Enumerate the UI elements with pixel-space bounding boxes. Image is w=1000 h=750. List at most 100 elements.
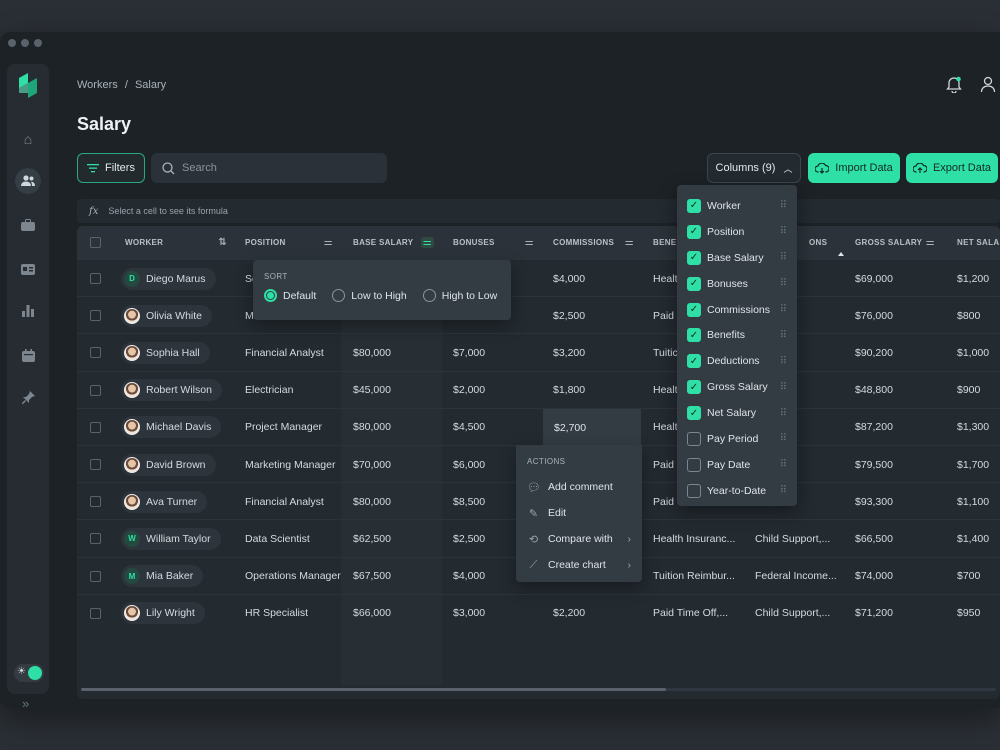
notification-bell-icon[interactable]: [946, 76, 962, 93]
row-checkbox-cell[interactable]: [90, 595, 101, 632]
row-checkbox-cell[interactable]: [90, 446, 101, 483]
benefits-cell[interactable]: Health Insuranc...: [653, 520, 749, 557]
worker-cell[interactable]: Ava Turner: [121, 483, 245, 520]
checked-checkbox[interactable]: ✓: [687, 302, 701, 317]
base-cell[interactable]: $80,000: [353, 409, 442, 446]
row-checkbox[interactable]: [90, 459, 101, 470]
bonus-cell[interactable]: $2,000: [453, 372, 542, 409]
pin-icon[interactable]: [15, 384, 41, 410]
table-row[interactable]: Olivia WhiteM$2,500Paidport,...$76,000$8…: [77, 296, 1000, 333]
drag-handle-icon[interactable]: ⠿: [780, 485, 787, 496]
bonus-cell[interactable]: $7,000: [453, 334, 542, 371]
worker-cell[interactable]: Olivia White: [121, 297, 245, 334]
user-profile-icon[interactable]: [980, 76, 996, 93]
net-cell[interactable]: $1,700: [957, 446, 1000, 483]
drag-handle-icon[interactable]: ⠿: [780, 356, 787, 367]
commission-cell[interactable]: $3,200: [553, 334, 642, 371]
row-checkbox[interactable]: [90, 533, 101, 545]
worker-cell[interactable]: Lily Wright: [121, 595, 245, 632]
expand-sidebar-icon[interactable]: »: [22, 696, 29, 708]
window-dot[interactable]: [8, 39, 16, 47]
column-option[interactable]: ✓ Benefits ⠿: [687, 322, 787, 348]
position-cell[interactable]: Project Manager: [245, 409, 341, 446]
bar-chart-icon[interactable]: [15, 298, 41, 324]
worker-chip[interactable]: Lily Wright: [121, 602, 205, 625]
action-add-comment[interactable]: 💬︎ Add comment: [527, 474, 631, 500]
breadcrumb-workers[interactable]: Workers: [77, 79, 118, 91]
sliders-icon[interactable]: ⚌: [324, 237, 333, 248]
table-row[interactable]: Lily Wright HR Specialist $66,000 $3,000 $2,…: [77, 593, 1000, 632]
base-cell[interactable]: $45,000: [353, 372, 442, 409]
base-cell[interactable]: $67,500: [353, 558, 442, 595]
row-checkbox-cell[interactable]: [90, 520, 101, 557]
worker-cell[interactable]: Robert Wilson: [121, 372, 245, 409]
column-option[interactable]: ✓ Position ⠿: [687, 219, 787, 245]
row-checkbox[interactable]: [90, 607, 101, 619]
checked-checkbox[interactable]: ✓: [687, 276, 701, 291]
id-card-icon[interactable]: [15, 256, 41, 282]
table-row[interactable]: Sophia Hall Financial Analyst $80,000 $7,00…: [77, 333, 1000, 370]
row-checkbox-cell[interactable]: [90, 483, 101, 520]
position-cell[interactable]: Financial Analyst: [245, 334, 341, 371]
row-checkbox[interactable]: [90, 384, 101, 396]
drag-handle-icon[interactable]: ⠿: [780, 200, 787, 211]
table-row[interactable]: Michael Davis Project Manager $80,000 $4,50…: [77, 407, 1000, 446]
worker-cell[interactable]: Michael Davis: [121, 409, 245, 446]
deductions-cell[interactable]: Child Support,...: [755, 595, 845, 632]
row-checkbox[interactable]: [90, 273, 101, 284]
action-compare-with[interactable]: ⟲ Compare with ›: [527, 526, 631, 552]
row-checkbox[interactable]: [90, 496, 101, 508]
column-option[interactable]: ✓ Gross Salary ⠿: [687, 374, 787, 400]
gross-cell[interactable]: $79,500: [855, 446, 943, 483]
worker-cell[interactable]: M Mia Baker: [121, 558, 245, 595]
window-dot[interactable]: [34, 39, 42, 47]
position-cell[interactable]: Marketing Manager: [245, 446, 341, 483]
header-bonuses[interactable]: BONUSES ⚌: [453, 226, 542, 259]
worker-cell[interactable]: David Brown: [121, 446, 245, 483]
column-option[interactable]: ✓ Deductions ⠿: [687, 348, 787, 374]
sort-option-high-to-low[interactable]: High to Low: [422, 289, 497, 302]
header-commissions[interactable]: COMMISSIONS ⚌: [553, 226, 642, 259]
benefits-cell[interactable]: Paid Time Off,...: [653, 595, 749, 632]
table-row[interactable]: DDiego MarusSc$4,000Healthncome...$69,00…: [77, 259, 1000, 296]
row-checkbox-cell[interactable]: [90, 372, 101, 409]
column-option[interactable]: ✓ Base Salary ⠿: [687, 245, 787, 271]
worker-chip[interactable]: Michael Davis: [121, 416, 222, 439]
net-cell[interactable]: $1,400: [957, 520, 1000, 557]
sliders-icon[interactable]: ⚌: [926, 237, 935, 248]
gross-cell[interactable]: $76,000: [855, 297, 943, 334]
row-checkbox-cell[interactable]: [90, 409, 101, 446]
net-cell[interactable]: $900: [957, 372, 1000, 409]
briefcase-icon[interactable]: [15, 212, 41, 238]
commission-cell[interactable]: $2,500: [553, 297, 642, 334]
unchecked-checkbox[interactable]: [687, 483, 701, 498]
worker-chip[interactable]: David Brown: [121, 453, 216, 476]
base-cell[interactable]: $70,000: [353, 446, 442, 483]
unchecked-checkbox[interactable]: [687, 431, 701, 446]
checked-checkbox[interactable]: ✓: [687, 380, 701, 395]
gross-cell[interactable]: $90,200: [855, 334, 943, 371]
checked-checkbox[interactable]: ✓: [687, 354, 701, 369]
position-cell[interactable]: Electrician: [245, 372, 341, 409]
net-cell[interactable]: $950: [957, 595, 1000, 632]
checked-checkbox[interactable]: ✓: [687, 406, 701, 421]
row-checkbox[interactable]: [90, 310, 101, 322]
row-checkbox-cell[interactable]: [90, 297, 101, 334]
worker-chip[interactable]: Sophia Hall: [121, 341, 210, 364]
column-option[interactable]: Year-to-Date ⠿: [687, 478, 787, 504]
row-checkbox-cell[interactable]: [90, 334, 101, 371]
header-base-salary[interactable]: BASE SALARY ⚌: [353, 226, 442, 259]
sort-option-default[interactable]: Default: [264, 289, 316, 302]
sliders-icon[interactable]: ⚌: [525, 237, 534, 248]
bonus-cell[interactable]: $3,000: [453, 595, 542, 632]
gross-cell[interactable]: $71,200: [855, 595, 943, 632]
commission-cell[interactable]: $4,000: [553, 260, 642, 297]
gross-cell[interactable]: $74,000: [855, 558, 943, 595]
users-icon[interactable]: [15, 168, 41, 194]
gross-cell[interactable]: $69,000: [855, 260, 943, 297]
worker-chip[interactable]: Olivia White: [121, 304, 213, 327]
net-cell[interactable]: $1,200: [957, 260, 1000, 297]
columns-button[interactable]: Columns (9) ︿: [707, 153, 801, 183]
net-cell[interactable]: $1,100: [957, 483, 1000, 520]
worker-chip[interactable]: D Diego Marus: [121, 267, 216, 290]
